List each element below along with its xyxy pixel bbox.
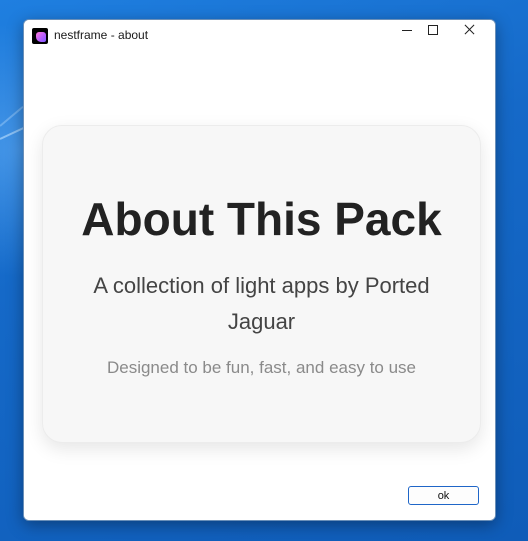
- maximize-button[interactable]: [416, 20, 450, 50]
- minimize-icon: [402, 30, 412, 31]
- close-button[interactable]: [452, 20, 486, 50]
- card-note: Designed to be fun, fast, and easy to us…: [106, 358, 417, 377]
- ok-button[interactable]: ok: [408, 486, 479, 505]
- window-content: About This Pack A collection of light ap…: [24, 50, 495, 520]
- app-icon: [32, 28, 48, 44]
- app-glyph-icon: [36, 32, 46, 42]
- maximize-icon: [428, 25, 438, 35]
- title-bar[interactable]: nestframe - about: [24, 20, 495, 50]
- about-window: nestframe - about About This Pack A coll…: [23, 19, 496, 521]
- card-title: About This Pack: [81, 193, 442, 245]
- card-subtitle: A collection of light apps by Ported Jag…: [93, 273, 430, 334]
- window-title: nestframe - about: [54, 28, 149, 42]
- wallpaper-streak: [0, 105, 24, 127]
- about-card: About This Pack A collection of light ap…: [42, 125, 481, 443]
